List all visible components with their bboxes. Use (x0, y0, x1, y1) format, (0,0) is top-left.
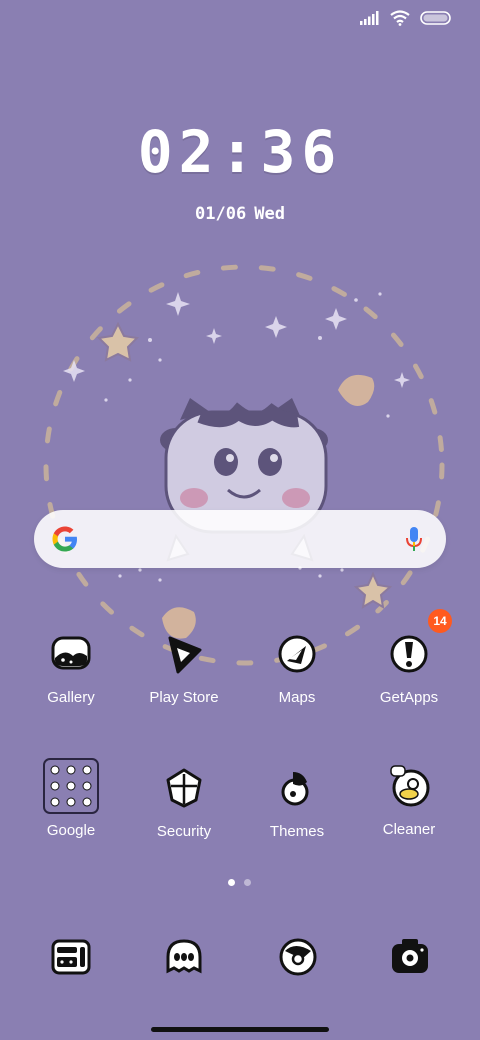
security-icon (166, 768, 202, 808)
star-decoration-left (96, 321, 140, 362)
microphone-icon[interactable] (404, 525, 424, 553)
clock-date[interactable]: 01/06 Wed (0, 204, 480, 224)
app-security[interactable]: Security (129, 766, 239, 840)
play-store-icon (168, 636, 202, 674)
camera-icon[interactable] (388, 935, 432, 979)
app-gallery[interactable]: Gallery (16, 632, 126, 706)
google-logo (52, 526, 77, 552)
messages-icon[interactable] (162, 935, 206, 979)
app-label: Themes (269, 823, 325, 840)
date-weekday: Wed (254, 204, 285, 224)
app-themes[interactable]: Themes (242, 766, 352, 840)
app-label: Security (156, 823, 212, 840)
google-folder-icon (43, 758, 99, 814)
status-bar (360, 10, 452, 26)
app-google-folder[interactable]: Google (16, 756, 126, 839)
page-indicator (228, 879, 251, 886)
date-day-month: 01/06 (195, 204, 247, 224)
wallpaper-cow-illustration (43, 264, 445, 666)
battery-icon (420, 11, 451, 25)
app-maps[interactable]: Maps (242, 632, 352, 706)
phone-icon[interactable] (49, 935, 93, 979)
app-label: Maps (278, 689, 316, 706)
app-label: GetApps (379, 689, 439, 706)
getapps-icon (390, 635, 428, 673)
app-cleaner[interactable]: Cleaner (354, 764, 464, 838)
home-indicator-bar[interactable] (151, 1027, 329, 1032)
cleaner-icon (390, 765, 430, 807)
app-getapps[interactable]: GetApps (354, 632, 464, 706)
app-play-store[interactable]: Play Store (129, 632, 239, 706)
google-search-bar[interactable] (34, 510, 446, 568)
app-label: Cleaner (382, 821, 436, 838)
app-label: Play Store (149, 689, 219, 706)
notification-badge: 14 (428, 609, 452, 633)
hat-decoration-right (338, 374, 375, 406)
app-label: Gallery (47, 689, 95, 706)
wifi-icon (390, 10, 410, 26)
page-dot (244, 879, 251, 886)
themes-icon (281, 772, 309, 806)
signal-icon (360, 11, 379, 25)
gallery-icon (51, 636, 91, 670)
page-dot-active (228, 879, 235, 886)
clock-time[interactable]: 02:36 (0, 118, 480, 186)
browser-icon[interactable] (276, 935, 320, 979)
app-label: Google (46, 822, 96, 839)
maps-icon (278, 635, 316, 673)
